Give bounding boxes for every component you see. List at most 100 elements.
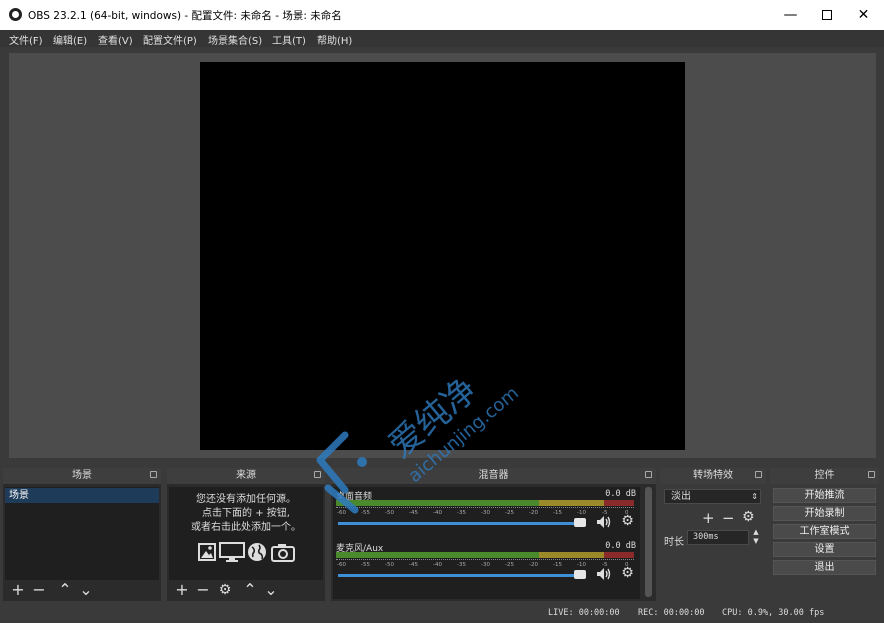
volume-meter xyxy=(336,500,634,506)
scale-label: -20 xyxy=(529,562,538,568)
track-db-readout: 0.0 dB xyxy=(605,541,636,551)
volume-meter xyxy=(336,552,634,558)
scale-label: -35 xyxy=(457,510,466,516)
maximize-button[interactable] xyxy=(808,0,845,30)
gear-icon[interactable]: ⚙ xyxy=(620,566,635,581)
globe-icon xyxy=(247,542,269,564)
scenes-dock-title: 场景 xyxy=(3,468,161,484)
scale-label: -20 xyxy=(529,510,538,516)
scale-label: -55 xyxy=(361,510,370,516)
float-icon[interactable] xyxy=(868,471,875,478)
volume-slider-handle[interactable] xyxy=(574,518,586,527)
remove-source-button[interactable]: − xyxy=(194,580,212,600)
volume-slider-track[interactable] xyxy=(338,574,582,577)
chevron-updown-icon: ⇕ xyxy=(751,492,758,501)
move-source-down-button[interactable]: ⌄ xyxy=(262,580,280,600)
title-bar: OBS 23.2.1 (64-bit, windows) - 配置文件: 未命名… xyxy=(0,0,884,30)
move-scene-down-button[interactable]: ⌄ xyxy=(77,580,95,600)
mixer-track-list: 桌面音频 0.0 dB -60 -55 -50 -45 -40 -35 -30 … xyxy=(333,487,640,599)
scale-label: -40 xyxy=(433,562,442,568)
scale-label: -30 xyxy=(481,510,490,516)
window-title: OBS 23.2.1 (64-bit, windows) - 配置文件: 未命名… xyxy=(28,10,342,22)
remove-transition-button[interactable]: − xyxy=(722,509,735,527)
scenes-toolbar: + − ⌃ ⌄ xyxy=(3,580,161,601)
add-transition-button[interactable]: + xyxy=(702,509,715,527)
add-scene-button[interactable]: + xyxy=(9,580,27,600)
scene-list-item[interactable]: 场景 xyxy=(5,488,159,503)
move-scene-up-button[interactable]: ⌃ xyxy=(56,580,74,600)
scenes-dock: 场景 场景 + − ⌃ ⌄ xyxy=(3,468,161,601)
menu-view[interactable]: 查看(V) xyxy=(98,32,133,47)
live-timer: LIVE: 00:00:00 xyxy=(548,608,620,618)
scale-label: -30 xyxy=(481,562,490,568)
scene-list[interactable]: 场景 xyxy=(5,487,159,580)
sources-dock-title: 来源 xyxy=(167,468,325,484)
image-icon xyxy=(197,542,219,564)
duration-input[interactable]: 300ms xyxy=(687,530,749,545)
track-db-readout: 0.0 dB xyxy=(605,489,636,499)
float-icon[interactable] xyxy=(645,471,652,478)
cpu-fps-readout: CPU: 0.9%, 30.00 fps xyxy=(722,608,825,618)
preview-canvas[interactable] xyxy=(200,62,685,450)
float-icon[interactable] xyxy=(150,471,157,478)
mixer-dock: 混音器 桌面音频 0.0 dB -60 -55 -50 -45 -40 -35 … xyxy=(331,468,656,601)
start-streaming-button[interactable]: 开始推流 xyxy=(773,488,876,503)
scale-label: -50 xyxy=(385,510,394,516)
exit-button[interactable]: 退出 xyxy=(773,560,876,575)
duration-spinner[interactable]: ▲ ▼ xyxy=(750,528,762,546)
transition-select[interactable]: 淡出 ⇕ xyxy=(664,489,761,504)
monitor-icon xyxy=(219,542,245,564)
start-recording-button[interactable]: 开始录制 xyxy=(773,506,876,521)
transitions-title-label: 转场特效 xyxy=(693,470,733,481)
scale-label: -35 xyxy=(457,562,466,568)
source-list[interactable]: 您还没有添加任何源。 点击下面的 + 按钮, 或者右击此处添加一个。 xyxy=(169,487,323,580)
hint-line: 或者右击此处添加一个。 xyxy=(191,522,301,533)
scale-label: -40 xyxy=(433,510,442,516)
scale-label: -45 xyxy=(409,562,418,568)
obs-logo-icon xyxy=(9,8,22,21)
scale-label: -10 xyxy=(577,562,586,568)
float-icon[interactable] xyxy=(755,471,762,478)
sources-dock: 来源 您还没有添加任何源。 点击下面的 + 按钮, 或者右击此处添加一个。 + … xyxy=(167,468,325,601)
remove-scene-button[interactable]: − xyxy=(30,580,48,600)
float-icon[interactable] xyxy=(314,471,321,478)
studio-mode-button[interactable]: 工作室模式 xyxy=(773,524,876,539)
menu-profile[interactable]: 配置文件(P) xyxy=(143,32,197,47)
maximize-icon xyxy=(821,10,832,20)
menu-edit[interactable]: 编辑(E) xyxy=(53,32,87,47)
close-button[interactable]: ✕ xyxy=(845,0,882,30)
scale-label: -15 xyxy=(553,562,562,568)
transition-properties-button[interactable]: ⚙ xyxy=(742,509,755,525)
sources-empty-hint: 您还没有添加任何源。 点击下面的 + 按钮, 或者右击此处添加一个。 xyxy=(169,493,323,535)
transitions-dock-title: 转场特效 xyxy=(660,468,766,484)
scale-label: -10 xyxy=(577,510,586,516)
minimize-button[interactable]: — xyxy=(772,0,809,30)
menu-scene-collection[interactable]: 场景集合(S) xyxy=(208,32,262,47)
source-properties-button[interactable]: ⚙ xyxy=(216,580,234,600)
mixer-title-label: 混音器 xyxy=(478,470,509,481)
rec-timer: REC: 00:00:00 xyxy=(638,608,705,618)
move-source-up-button[interactable]: ⌃ xyxy=(241,580,259,600)
speaker-icon[interactable] xyxy=(596,567,612,581)
scale-label: -50 xyxy=(385,562,394,568)
mixer-dock-title: 混音器 xyxy=(331,468,656,484)
transition-toolbar: + − ⚙ xyxy=(702,509,762,527)
meter-scale: -60 -55 -50 -45 -40 -35 -30 -25 -20 -15 … xyxy=(336,510,634,518)
hint-line: 您还没有添加任何源。 xyxy=(196,494,296,505)
settings-button[interactable]: 设置 xyxy=(773,542,876,557)
mixer-track: 桌面音频 0.0 dB -60 -55 -50 -45 -40 -35 -30 … xyxy=(336,489,636,539)
speaker-icon[interactable] xyxy=(596,515,612,529)
gear-icon[interactable]: ⚙ xyxy=(620,514,635,529)
menu-tools[interactable]: 工具(T) xyxy=(272,32,306,47)
controls-dock-title: 控件 xyxy=(770,468,879,484)
menu-bar: 文件(F) 编辑(E) 查看(V) 配置文件(P) 场景集合(S) 工具(T) … xyxy=(0,30,884,47)
add-source-button[interactable]: + xyxy=(173,580,191,600)
hint-line: 点击下面的 + 按钮, xyxy=(202,508,290,519)
menu-help[interactable]: 帮助(H) xyxy=(317,32,352,47)
mixer-scrollbar[interactable] xyxy=(645,487,652,597)
scale-label: -25 xyxy=(505,510,514,516)
volume-slider-handle[interactable] xyxy=(574,570,586,579)
scale-label: -60 xyxy=(337,562,346,568)
menu-file[interactable]: 文件(F) xyxy=(9,32,43,47)
volume-slider-track[interactable] xyxy=(338,522,582,525)
